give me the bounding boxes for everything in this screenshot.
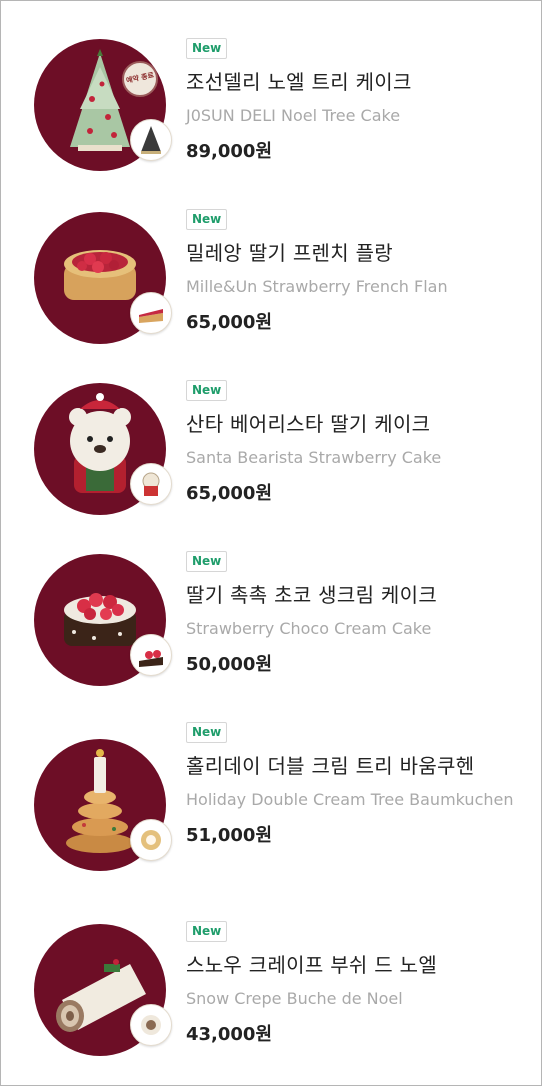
new-badge: New [186, 722, 228, 743]
product-name-en: J0SUN DELI Noel Tree Cake [186, 106, 401, 125]
mini-tree-icon [130, 119, 172, 161]
product-price: 43,000원 [186, 1024, 273, 1045]
new-badge: New [186, 38, 228, 59]
product-thumbnail[interactable] [34, 739, 172, 871]
mini-log-slice-icon [130, 1004, 172, 1046]
product-info: New 산타 베어리스타 딸기 케이크 Santa Bearista Straw… [186, 379, 526, 505]
product-info: New 밀레앙 딸기 프렌치 플랑 Mille&Un Strawberry Fr… [186, 208, 526, 334]
product-info: New 딸기 촉촉 초코 생크림 케이크 Strawberry Choco Cr… [186, 550, 526, 676]
product-info: New 홀리데이 더블 크림 트리 바움쿠헨 Holiday Double Cr… [186, 721, 526, 847]
new-badge: New [186, 380, 228, 401]
mini-cake-slice-icon [130, 634, 172, 676]
product-info: New 스노우 크레이프 부쉬 드 노엘 Snow Crepe Buche de… [186, 920, 526, 1046]
product-thumbnail[interactable] [34, 383, 172, 515]
product-info: New 조선델리 노엘 트리 케이크 J0SUN DELI Noel Tree … [186, 37, 526, 163]
mini-baumkuchen-icon [130, 819, 172, 861]
new-badge: New [186, 921, 228, 942]
product-name-ko[interactable]: 스노우 크레이프 부쉬 드 노엘 [186, 952, 526, 978]
product-price: 50,000원 [186, 654, 273, 675]
product-price: 89,000원 [186, 141, 273, 162]
product-name-en: Snow Crepe Buche de Noel [186, 989, 403, 1008]
product-name-ko[interactable]: 조선델리 노엘 트리 케이크 [186, 69, 526, 95]
product-name-en: Santa Bearista Strawberry Cake [186, 448, 442, 467]
product-thumbnail[interactable]: 예약 종료 [34, 39, 172, 171]
product-name-en: Mille&Un Strawberry French Flan [186, 277, 448, 296]
mini-bear-cake-icon [130, 463, 172, 505]
new-badge: New [186, 551, 228, 572]
product-thumbnail[interactable] [34, 554, 172, 686]
product-price: 65,000원 [186, 483, 273, 504]
product-price: 65,000원 [186, 312, 273, 333]
new-badge: New [186, 209, 228, 230]
product-name-en: Strawberry Choco Cream Cake [186, 619, 432, 638]
mini-flan-slice-icon [130, 292, 172, 334]
product-name-ko[interactable]: 밀레앙 딸기 프렌치 플랑 [186, 240, 526, 266]
product-thumbnail[interactable] [34, 924, 172, 1056]
product-name-ko[interactable]: 홀리데이 더블 크림 트리 바움쿠헨 [186, 753, 526, 779]
product-list-page: 예약 종료 New 조선델리 노엘 트리 케이크 J0SUN DELI Noel… [0, 0, 542, 1086]
product-name-ko[interactable]: 딸기 촉촉 초코 생크림 케이크 [186, 582, 526, 608]
product-name-ko[interactable]: 산타 베어리스타 딸기 케이크 [186, 411, 526, 437]
product-name-en: Holiday Double Cream Tree Baumkuchen [186, 790, 514, 809]
product-price: 51,000원 [186, 825, 273, 846]
product-thumbnail[interactable] [34, 212, 172, 344]
